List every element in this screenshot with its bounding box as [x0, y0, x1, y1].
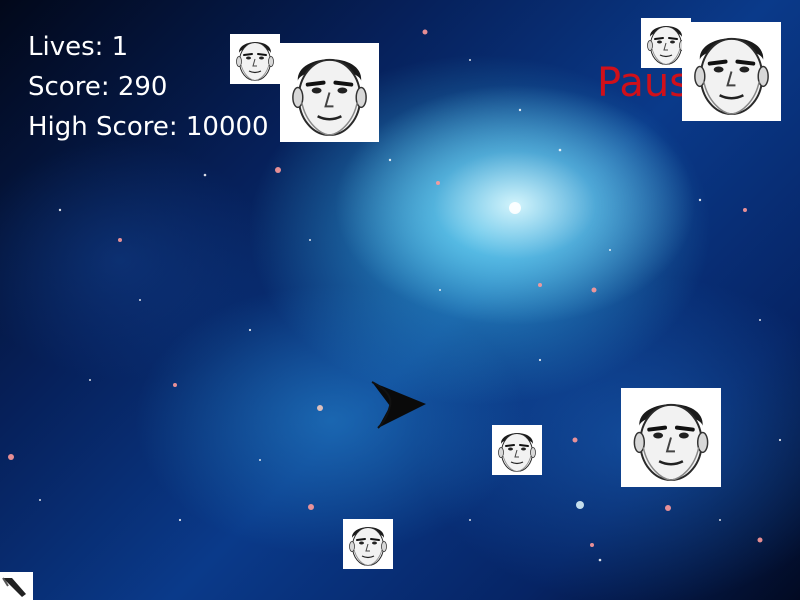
face-icon: [230, 34, 280, 84]
high-score-counter: High Score: 10000: [28, 112, 269, 142]
face-icon: [280, 43, 379, 142]
lives-counter: Lives: 1: [28, 32, 129, 62]
cursor-icon: [0, 572, 33, 600]
arrow-ship-icon: [371, 381, 426, 429]
face-icon: [621, 388, 721, 487]
game-canvas[interactable]: Lives: 1 Score: 290 High Score: 10000 Pa…: [0, 0, 800, 600]
face-icon: [343, 519, 393, 569]
face-icon: [682, 22, 781, 121]
face-icon: [492, 425, 542, 475]
score-counter: Score: 290: [28, 72, 168, 102]
